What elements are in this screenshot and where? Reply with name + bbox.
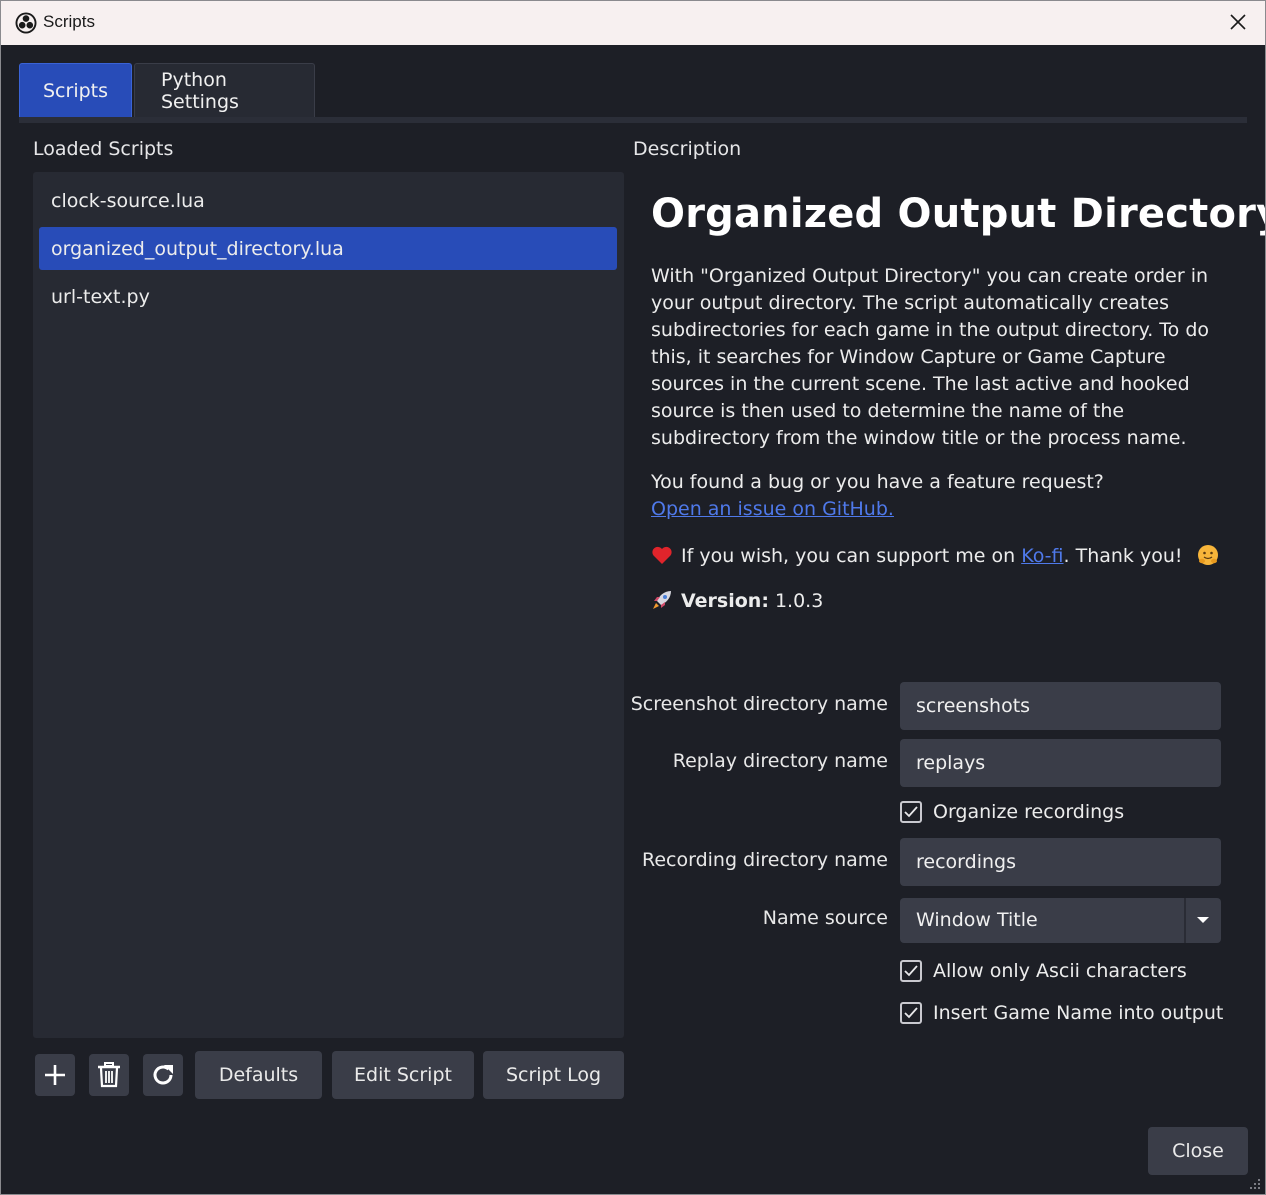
checkmark-icon: [904, 806, 918, 818]
title-bar: Scripts: [1, 1, 1265, 45]
refresh-icon: [153, 1065, 173, 1085]
select-separator: [1184, 898, 1186, 943]
version-line: Version: 1.0.3: [651, 589, 823, 612]
rocket-icon: [653, 591, 671, 609]
loaded-scripts-label: Loaded Scripts: [33, 138, 174, 160]
organize-recordings-label: Organize recordings: [933, 801, 1125, 823]
name-source-label: Name source: [762, 907, 888, 929]
tab-bar: Scripts Python Settings: [19, 63, 317, 117]
plus-icon: [45, 1065, 65, 1085]
window-title: Scripts: [43, 12, 95, 31]
recording-directory-input[interactable]: [900, 838, 1221, 886]
chevron-down-icon[interactable]: [1195, 914, 1211, 926]
resize-grip-icon[interactable]: [1249, 1178, 1261, 1190]
list-item[interactable]: organized_output_directory.lua: [39, 227, 617, 270]
ascii-only-checkbox[interactable]: Allow only Ascii characters: [900, 960, 1187, 982]
ascii-only-label: Allow only Ascii characters: [933, 960, 1187, 982]
close-button[interactable]: Close: [1148, 1127, 1248, 1175]
heart-icon: [652, 546, 672, 564]
bug-text: You found a bug or you have a feature re…: [651, 471, 1104, 493]
tab-divider: [19, 117, 1247, 123]
close-icon[interactable]: [1225, 9, 1251, 35]
checkmark-icon: [904, 965, 918, 977]
scripts-window: Scripts Scripts Python Settings Loaded S…: [0, 0, 1266, 1195]
version-label: Version:: [681, 590, 769, 612]
support-prefix: If you wish, you can support me on: [681, 545, 1022, 567]
list-item[interactable]: clock-source.lua: [39, 179, 617, 222]
description-label: Description: [633, 138, 742, 160]
script-description: With "Organized Output Directory" you ca…: [651, 265, 1210, 449]
tab-python-settings[interactable]: Python Settings: [134, 63, 315, 117]
support-suffix: . Thank you!: [1063, 545, 1183, 567]
script-log-button[interactable]: Script Log: [483, 1051, 624, 1099]
hugging-face-icon: [1197, 545, 1218, 565]
reload-scripts-button[interactable]: [143, 1054, 183, 1096]
tab-scripts[interactable]: Scripts: [19, 63, 132, 117]
script-title: Organized Output Directory: [651, 191, 1266, 237]
organize-recordings-checkbox[interactable]: Organize recordings: [900, 801, 1124, 823]
edit-script-button[interactable]: Edit Script: [332, 1051, 474, 1099]
kofi-link[interactable]: Ko-fi: [1021, 545, 1063, 567]
remove-script-button[interactable]: [89, 1054, 129, 1096]
checkbox-box[interactable]: [900, 960, 922, 982]
loaded-scripts-list[interactable]: clock-source.lua organized_output_direct…: [33, 172, 624, 1038]
trash-icon: [98, 1062, 120, 1088]
name-source-value: Window Title: [916, 909, 1038, 931]
checkbox-box[interactable]: [900, 801, 922, 823]
list-item[interactable]: url-text.py: [39, 275, 617, 318]
replay-directory-label: Replay directory name: [672, 750, 888, 772]
version-value: 1.0.3: [774, 590, 824, 612]
screenshot-directory-input[interactable]: [900, 682, 1221, 730]
screenshot-directory-label: Screenshot directory name: [630, 693, 888, 715]
add-script-button[interactable]: [35, 1054, 75, 1096]
github-link[interactable]: Open an issue on GitHub.: [651, 498, 894, 520]
insert-game-name-label: Insert Game Name into output: [933, 1002, 1224, 1024]
obs-logo-icon: [15, 12, 37, 34]
recording-directory-label: Recording directory name: [642, 849, 888, 871]
name-source-select[interactable]: Window Title: [900, 898, 1221, 943]
insert-game-name-checkbox[interactable]: Insert Game Name into output: [900, 1002, 1223, 1024]
checkbox-box[interactable]: [900, 1002, 922, 1024]
replay-directory-input[interactable]: [900, 739, 1221, 787]
defaults-button[interactable]: Defaults: [195, 1051, 322, 1099]
support-line: If you wish, you can support me on Ko-fi…: [651, 544, 1219, 567]
checkmark-icon: [904, 1007, 918, 1019]
